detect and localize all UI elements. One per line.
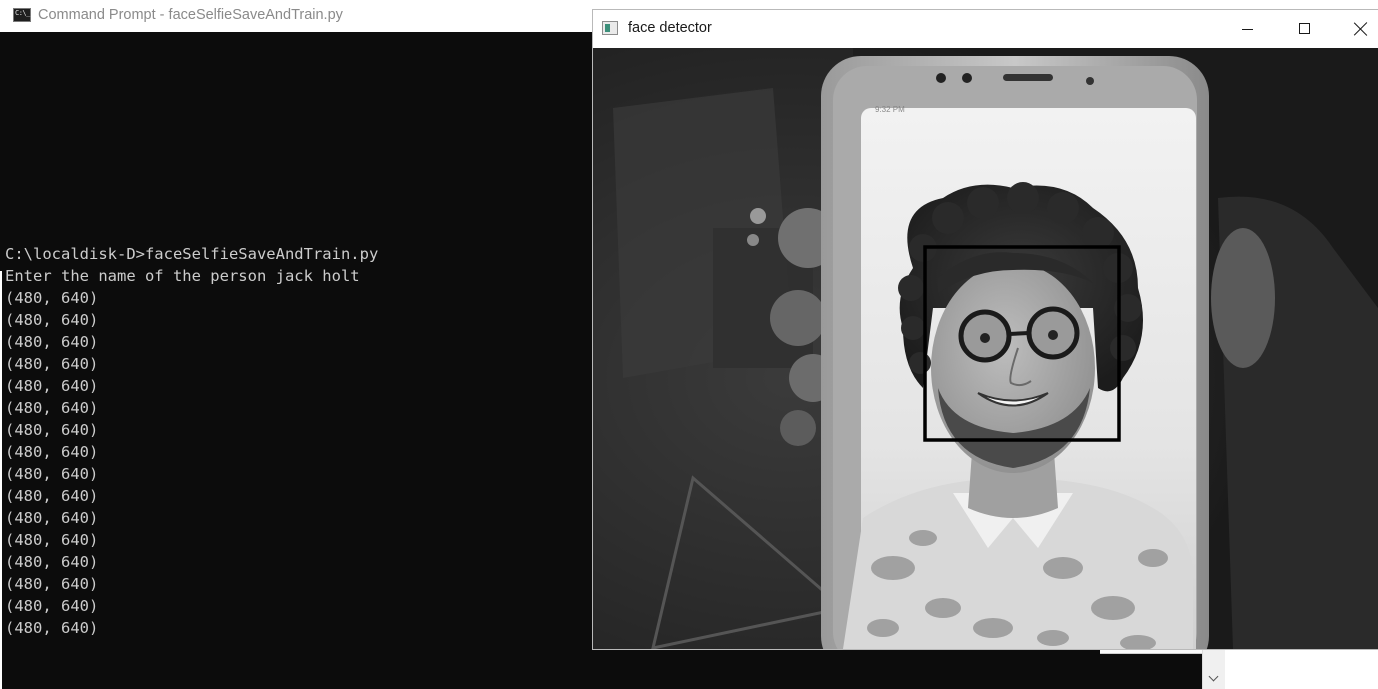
console-line: (480, 640) — [5, 553, 99, 571]
camera-view: 9:32 PM — [593, 48, 1378, 649]
console-line: (480, 640) — [5, 289, 99, 307]
console-line: (480, 640) — [5, 619, 99, 637]
console-line: (480, 640) — [5, 399, 99, 417]
console-line: (480, 640) — [5, 311, 99, 329]
console-line: (480, 640) — [5, 509, 99, 527]
window-app-icon — [602, 21, 618, 35]
console-line: (480, 640) — [5, 597, 99, 615]
svg-text:9:32 PM: 9:32 PM — [875, 105, 905, 114]
cmd-app-icon-text: C:\_ — [15, 9, 30, 17]
console-output: C:\localdisk-D>faceSelfieSaveAndTrain.py… — [5, 243, 378, 639]
console-line: (480, 640) — [5, 465, 99, 483]
console-line: (480, 640) — [5, 421, 99, 439]
desktop-background — [1225, 649, 1378, 689]
face-detector-title: face detector — [628, 20, 712, 36]
console-line: (480, 640) — [5, 355, 99, 373]
face-detector-titlebar[interactable]: face detector — [593, 10, 1378, 48]
face-detector-window[interactable]: face detector 9:32 PM — [593, 10, 1378, 649]
console-line: (480, 640) — [5, 575, 99, 593]
console-line: (480, 640) — [5, 377, 99, 395]
console-line: (480, 640) — [5, 531, 99, 549]
maximize-button[interactable] — [1276, 10, 1334, 48]
close-icon — [1353, 21, 1369, 37]
console-line: (480, 640) — [5, 333, 99, 351]
minimize-icon — [1242, 29, 1253, 30]
cmd-scrollbar[interactable] — [1202, 649, 1225, 689]
camera-frame-image: 9:32 PM — [593, 48, 1378, 649]
cmd-window-title: Command Prompt - faceSelfieSaveAndTrain.… — [38, 7, 343, 23]
maximize-icon — [1299, 23, 1310, 34]
console-line: C:\localdisk-D>faceSelfieSaveAndTrain.py — [5, 245, 379, 263]
close-button[interactable] — [1334, 10, 1378, 48]
console-line: (480, 640) — [5, 487, 99, 505]
cmd-app-icon: C:\_ — [13, 8, 31, 22]
chevron-down-icon[interactable] — [1208, 671, 1219, 682]
console-line: Enter the name of the person jack holt — [5, 267, 360, 285]
console-line: (480, 640) — [5, 443, 99, 461]
minimize-button[interactable] — [1219, 10, 1277, 48]
console-left-edge — [0, 271, 2, 689]
